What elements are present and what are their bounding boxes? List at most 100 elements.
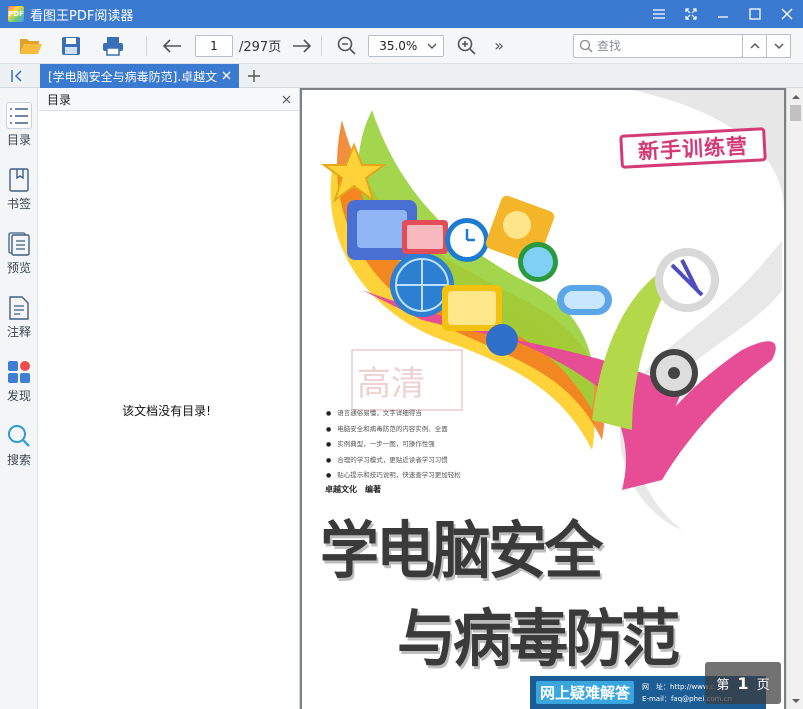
- chevron-down-icon: [774, 43, 783, 49]
- sidebar-item-search[interactable]: 搜索: [0, 408, 38, 468]
- sidebar-item-toc[interactable]: 目录: [0, 88, 38, 148]
- list-item: 电脑安全和病毒防范的内容实例、全面: [326, 422, 461, 438]
- scroll-thumb[interactable]: [790, 105, 801, 121]
- pdf-page: 高清 新手训练营 语言通俗易懂，文字详细得当 电脑安全和病毒防范的内容实例、全面…: [302, 90, 784, 709]
- menu-button[interactable]: [643, 0, 675, 28]
- toc-panel: 目录 该文档没有目录!: [39, 88, 300, 709]
- folder-open-icon: [20, 38, 42, 54]
- sidebar-item-label: 预览: [6, 261, 31, 275]
- arrow-left-icon: [162, 38, 181, 53]
- menu-icon: [653, 9, 665, 19]
- sidebar-item-label: 注释: [6, 325, 31, 339]
- search-box[interactable]: [573, 34, 743, 58]
- qa-title: 网上疑难解答: [536, 681, 635, 704]
- sidebar-item-label: 搜索: [6, 453, 31, 467]
- close-icon: [222, 71, 230, 79]
- page-total: /297页: [239, 40, 282, 55]
- sidebar-item-label: 目录: [6, 133, 31, 147]
- toc-close-button[interactable]: [279, 92, 293, 106]
- app-title: 看图王PDF阅读器: [30, 8, 134, 24]
- sidebar-item-annotations[interactable]: 注释: [0, 280, 38, 340]
- maximize-icon: [749, 8, 761, 20]
- sidebar-item-label: 发现: [6, 389, 31, 403]
- vertical-scrollbar[interactable]: [786, 88, 803, 709]
- document-viewer[interactable]: 高清 新手训练营 语言通俗易懂，文字详细得当 电脑安全和病毒防范的内容实例、全面…: [300, 88, 803, 709]
- svg-text:高清: 高清: [357, 364, 425, 404]
- toc-list-icon: [6, 102, 32, 129]
- cover-title-line-2: 与病毒防范: [397, 602, 680, 675]
- scroll-up-button[interactable]: [787, 88, 803, 104]
- more-tools-button[interactable]: »: [484, 32, 514, 60]
- cover-title-line-1: 学电脑安全: [320, 514, 603, 587]
- list-item: 语言通俗易懂，文字详细得当: [326, 406, 461, 422]
- search-input[interactable]: [597, 39, 737, 53]
- plus-icon: [248, 70, 260, 82]
- page-indicator: 第 1 页: [705, 662, 781, 704]
- list-item: 贴心提示和技巧说明，快速查学习更加轻松: [326, 468, 461, 484]
- close-button[interactable]: [771, 0, 803, 28]
- printer-icon: [103, 36, 123, 56]
- cover-publisher: 卓越文化 编著: [325, 485, 381, 494]
- collapse-left-icon: [11, 70, 22, 82]
- search-previous-button[interactable]: [742, 34, 767, 58]
- page-indicator-number: 1: [737, 673, 749, 693]
- left-sidebar: 目录 书签 预览 注释 发现 搜索: [0, 88, 38, 709]
- minimize-icon: [718, 16, 728, 18]
- close-icon: [781, 8, 793, 20]
- tab-bar: [学电脑安全与病毒防范].卓越文化: [0, 64, 803, 88]
- chevron-up-icon: [750, 43, 759, 49]
- previous-page-button[interactable]: [157, 32, 187, 60]
- preview-pages-icon: [6, 230, 32, 257]
- sidebar-item-bookmarks[interactable]: 书签: [0, 152, 38, 212]
- toc-header: 目录: [39, 88, 299, 111]
- document-tab[interactable]: [学电脑安全与病毒防范].卓越文化: [40, 64, 239, 88]
- new-tab-button[interactable]: [245, 67, 263, 85]
- toolbar-divider: [146, 35, 147, 56]
- sidebar-item-label: 书签: [6, 197, 31, 211]
- zoom-value: 35.0%: [379, 38, 418, 53]
- discover-apps-icon: [6, 358, 32, 385]
- zoom-in-button[interactable]: [452, 32, 482, 60]
- arrow-right-icon: [293, 38, 312, 53]
- search-icon: [579, 39, 593, 53]
- fullscreen-icon: [685, 8, 697, 20]
- sidebar-item-discover[interactable]: 发现: [0, 344, 38, 404]
- next-page-button[interactable]: [287, 32, 317, 60]
- scroll-down-button[interactable]: [787, 693, 803, 709]
- zoom-in-icon: [457, 36, 476, 55]
- chevron-down-icon: [427, 43, 437, 49]
- list-item: 实例典型，一步一图，可操作性强: [326, 437, 461, 453]
- minimize-button[interactable]: [707, 0, 739, 28]
- toc-title: 目录: [47, 92, 72, 107]
- print-button[interactable]: [98, 32, 128, 60]
- bookmark-icon: [6, 166, 32, 193]
- collapse-sidebar-button[interactable]: [8, 67, 28, 85]
- save-icon: [62, 36, 80, 55]
- zoom-out-button[interactable]: [332, 32, 362, 60]
- search-next-button[interactable]: [766, 34, 791, 58]
- annotation-icon: [6, 294, 32, 321]
- title-bar: PDF 看图王PDF阅读器: [0, 0, 803, 28]
- open-file-button[interactable]: [16, 32, 46, 60]
- fullscreen-button[interactable]: [675, 0, 707, 28]
- close-tab-button[interactable]: [219, 68, 233, 82]
- close-icon: [282, 95, 290, 103]
- app-logo-icon: PDF: [8, 6, 24, 22]
- arrow-up-icon: [791, 94, 800, 99]
- list-item: 合理的学习模式，更贴近读者学习习惯: [326, 453, 461, 469]
- zoom-select[interactable]: 35.0%: [368, 34, 445, 57]
- save-button[interactable]: [56, 32, 86, 60]
- document-tab-label: [学电脑安全与病毒防范].卓越文化: [48, 69, 218, 84]
- page-indicator-prefix: 第: [716, 677, 730, 693]
- toc-empty-message: 该文档没有目录!: [122, 404, 211, 418]
- arrow-down-icon: [791, 698, 800, 703]
- sidebar-item-preview[interactable]: 预览: [0, 216, 38, 276]
- page-number-input[interactable]: 1: [195, 34, 233, 57]
- cover-bullet-list: 语言通俗易懂，文字详细得当 电脑安全和病毒防范的内容实例、全面 实例典型，一步一…: [326, 406, 461, 484]
- toolbar-divider: [321, 35, 323, 56]
- maximize-button[interactable]: [739, 0, 771, 28]
- search-icon: [6, 422, 32, 449]
- page-indicator-suffix: 页: [756, 677, 770, 693]
- window-controls: [643, 0, 803, 28]
- toolbar: 1 /297页 35.0% »: [0, 28, 803, 64]
